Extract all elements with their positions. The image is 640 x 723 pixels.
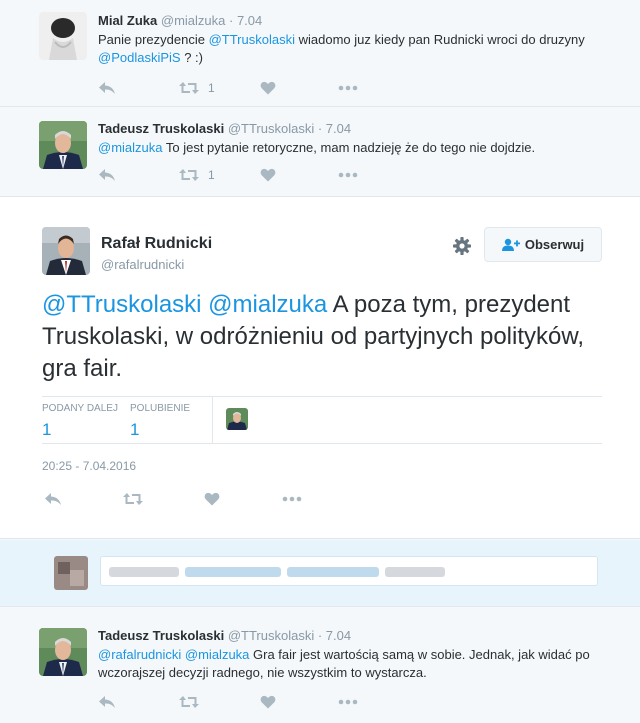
reply-button[interactable]	[44, 489, 62, 509]
likes-stat[interactable]: POLUBIENIE 1	[130, 403, 190, 440]
tweet-text: @mialzuka To jest pytanie retoryczne, ma…	[98, 139, 608, 157]
more-icon	[338, 85, 358, 91]
tweet-actions	[44, 489, 344, 509]
retweet-icon	[179, 82, 199, 94]
retweet-icon	[179, 696, 199, 708]
tweet-actions: 1	[98, 165, 398, 185]
settings-button[interactable]	[452, 236, 472, 256]
more-button[interactable]	[338, 165, 358, 185]
more-icon	[338, 699, 358, 705]
mention-link[interactable]: @TTruskolaski	[209, 32, 295, 47]
tweet-timestamp[interactable]: 20:25 - 7.04.2016	[42, 459, 136, 473]
tweet-ttruskolaski-reply[interactable]: Tadeusz Truskolaski @TTruskolaski · 7.04…	[0, 607, 640, 723]
avatar[interactable]	[42, 227, 90, 275]
avatar[interactable]	[39, 121, 87, 169]
like-button[interactable]	[204, 489, 220, 509]
reply-button[interactable]	[98, 165, 116, 185]
like-button[interactable]	[260, 165, 276, 185]
retweet-count: 1	[208, 81, 215, 95]
mention-link[interactable]: @PodlaskiPiS	[98, 50, 181, 65]
tweet-mialzuka[interactable]: Mial Zuka @mialzuka · 7.04 Panie prezyde…	[0, 0, 640, 106]
reply-composer	[0, 540, 640, 606]
liker-avatar[interactable]	[226, 408, 248, 430]
retweets-count: 1	[42, 420, 52, 439]
author-name[interactable]: Mial Zuka	[98, 13, 157, 28]
more-button[interactable]	[338, 692, 358, 712]
tweet-header: Tadeusz Truskolaski @TTruskolaski · 7.04	[98, 628, 351, 643]
reply-icon	[99, 82, 115, 94]
more-icon	[338, 172, 358, 178]
author-handle[interactable]: @TTruskolaski	[228, 121, 314, 136]
reply-input[interactable]	[100, 556, 598, 586]
tweet-time[interactable]: · 7.04	[318, 628, 351, 643]
heart-icon	[260, 695, 276, 709]
likes-count: 1	[130, 420, 140, 439]
mention-link[interactable]: @rafalrudnicki	[98, 647, 181, 662]
retweet-button[interactable]	[122, 489, 144, 509]
mention-link[interactable]: @mialzuka	[208, 291, 327, 318]
like-button[interactable]	[260, 692, 276, 712]
tweet-time[interactable]: · 7.04	[229, 13, 262, 28]
avatar[interactable]	[39, 628, 87, 676]
avatar[interactable]	[39, 12, 87, 60]
reply-button[interactable]	[98, 692, 116, 712]
author-name[interactable]: Tadeusz Truskolaski	[98, 121, 224, 136]
stats-divider	[212, 397, 213, 443]
tweet-text: Panie prezydencie @TTruskolaski wiadomo …	[98, 31, 598, 67]
current-user-avatar	[54, 556, 88, 590]
author-handle[interactable]: @rafalrudnicki	[101, 257, 184, 272]
retweets-stat[interactable]: PODANY DALEJ 1	[42, 403, 118, 440]
tweet-header: Tadeusz Truskolaski @TTruskolaski · 7.04	[98, 121, 351, 136]
tweet-actions: 1	[98, 78, 398, 98]
heart-icon	[260, 81, 276, 95]
more-button[interactable]	[338, 78, 358, 98]
reply-button[interactable]	[98, 78, 116, 98]
tweet-time[interactable]: · 7.04	[318, 121, 351, 136]
retweet-icon	[179, 169, 199, 181]
retweet-button[interactable]	[178, 692, 200, 712]
mention-link[interactable]: @TTruskolaski	[42, 291, 202, 318]
like-button[interactable]	[260, 78, 276, 98]
follow-label: Obserwuj	[524, 237, 585, 252]
heart-icon	[260, 168, 276, 182]
follow-person-icon	[501, 238, 520, 251]
author-name[interactable]: Tadeusz Truskolaski	[98, 628, 224, 643]
gear-icon	[453, 237, 471, 255]
reply-icon	[45, 493, 61, 505]
retweet-button[interactable]: 1	[178, 165, 215, 185]
text-segment: ? :)	[180, 50, 203, 65]
retweet-button[interactable]: 1	[178, 78, 215, 98]
heart-icon	[204, 492, 220, 506]
reply-icon	[99, 696, 115, 708]
mention-link[interactable]: @mialzuka	[185, 647, 250, 662]
retweet-count: 1	[208, 168, 215, 182]
retweet-icon	[123, 493, 143, 505]
more-icon	[282, 496, 302, 502]
reply-icon	[99, 169, 115, 181]
likes-label: POLUBIENIE	[130, 403, 191, 414]
mention-link[interactable]: @mialzuka	[98, 140, 163, 155]
tweet-text: @rafalrudnicki @mialzuka Gra fair jest w…	[98, 646, 598, 682]
text-segment: Panie prezydencie	[98, 32, 209, 47]
retweets-label: PODANY DALEJ	[42, 403, 118, 414]
text-segment: To jest pytanie retoryczne, mam nadzieję…	[162, 140, 536, 155]
text-segment: wiadomo juz kiedy pan Rudnicki wroci do …	[294, 32, 585, 47]
author-name[interactable]: Rafał Rudnicki	[101, 235, 212, 253]
tweet-ttruskolaski[interactable]: Tadeusz Truskolaski @TTruskolaski · 7.04…	[0, 107, 640, 196]
author-handle[interactable]: @mialzuka	[161, 13, 226, 28]
more-button[interactable]	[282, 489, 302, 509]
permalink-tweet: Rafał Rudnicki @rafalrudnicki Obserwuj @…	[0, 196, 640, 539]
follow-button[interactable]: Obserwuj	[484, 227, 602, 262]
author-handle[interactable]: @TTruskolaski	[228, 628, 314, 643]
tweet-text: @TTruskolaski @mialzuka A poza tym, prez…	[42, 289, 602, 385]
tweet-stats: PODANY DALEJ 1 POLUBIENIE 1	[42, 396, 602, 444]
tweet-actions	[98, 692, 398, 712]
tweet-header: Mial Zuka @mialzuka · 7.04	[98, 13, 262, 28]
